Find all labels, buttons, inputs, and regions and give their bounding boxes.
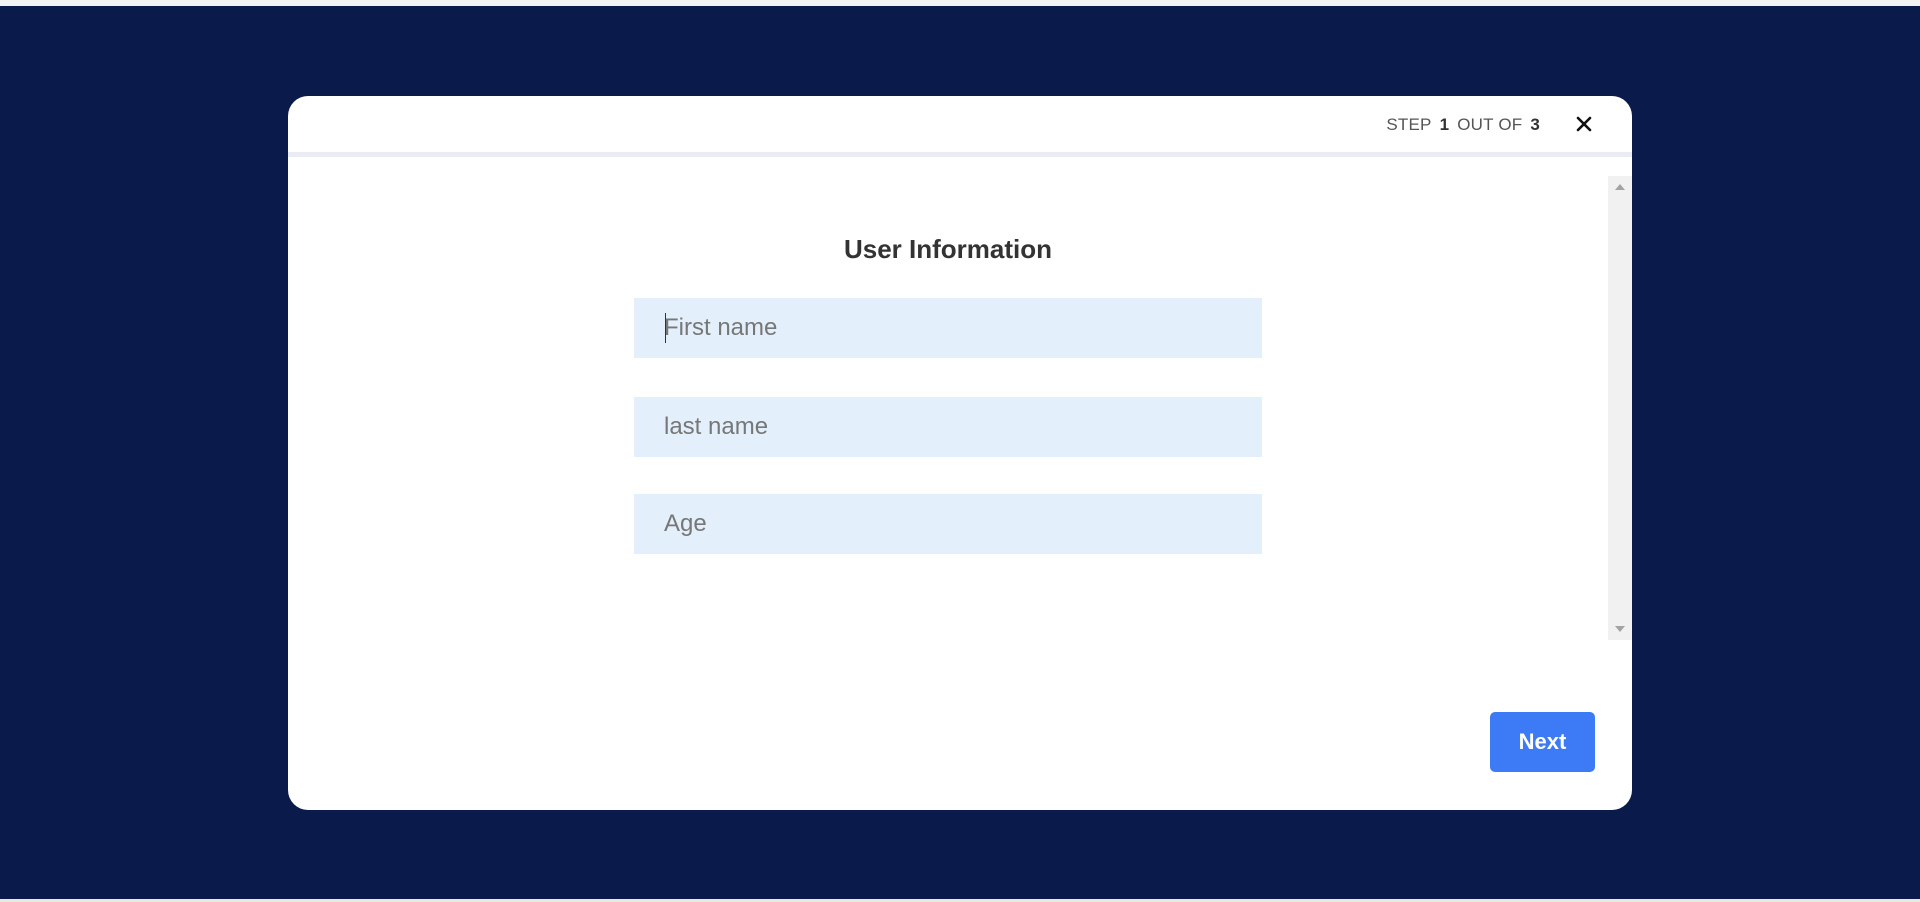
step-separator: OUT OF: [1457, 115, 1523, 134]
user-info-modal: STEP 1 OUT OF 3 User Information Next: [288, 96, 1632, 810]
step-prefix: STEP: [1386, 115, 1432, 134]
last-name-input[interactable]: [634, 397, 1262, 457]
step-total: 3: [1530, 115, 1540, 134]
form-title: User Information: [843, 234, 1053, 264]
age-input[interactable]: [634, 494, 1262, 554]
text-caret: [665, 313, 666, 343]
first-name-input[interactable]: [634, 298, 1262, 358]
next-button[interactable]: Next: [1490, 712, 1595, 772]
step-indicator: STEP 1 OUT OF 3: [1386, 115, 1548, 135]
body-scrollbar[interactable]: [1608, 176, 1632, 640]
close-button[interactable]: [1572, 112, 1596, 136]
step-current: 1: [1439, 115, 1450, 134]
header-divider: [288, 152, 1632, 157]
modal-header: STEP 1 OUT OF 3: [288, 96, 1632, 152]
close-icon: [1576, 116, 1592, 132]
scroll-up-icon[interactable]: [1615, 184, 1625, 190]
scroll-down-icon[interactable]: [1615, 626, 1625, 632]
